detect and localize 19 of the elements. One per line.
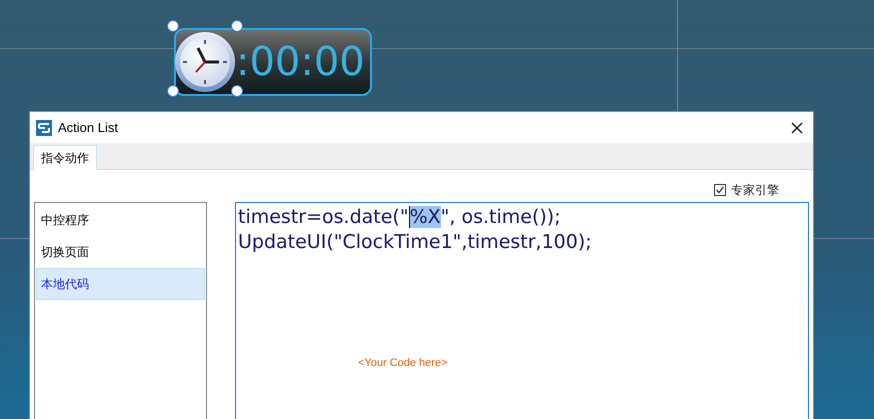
code-line: UpdateUI("ClockTime1",timestr,100); [238,230,593,255]
code-line: timestr=os.date("%X", os.time()); [238,205,562,230]
clock-widget[interactable]: :00:00 [174,28,372,96]
code-placeholder: <Your Code here> [358,356,448,371]
check-icon [715,185,725,195]
action-list-item[interactable]: 本地代码 [36,268,205,300]
expert-engine-checkbox[interactable]: 专家引擎 [714,178,779,202]
action-list-item[interactable]: 切换页面 [36,236,205,268]
clock-time: :00:00 [236,42,365,82]
clock-icon [174,31,236,93]
code-editor[interactable]: timestr=os.date("%X", os.time()); UpdateUI("ClockTime1",timestr,100); <Your Code here> [235,202,809,419]
action-list-item[interactable]: 中控程序 [36,204,205,236]
resize-handle[interactable] [167,20,179,32]
tab[interactable]: 指令动作 [33,145,97,170]
close-icon[interactable] [791,122,803,134]
app-logo-icon [36,120,52,136]
resize-handle[interactable] [231,20,243,32]
resize-handle[interactable] [167,85,179,97]
window-title: Action List [58,118,118,137]
